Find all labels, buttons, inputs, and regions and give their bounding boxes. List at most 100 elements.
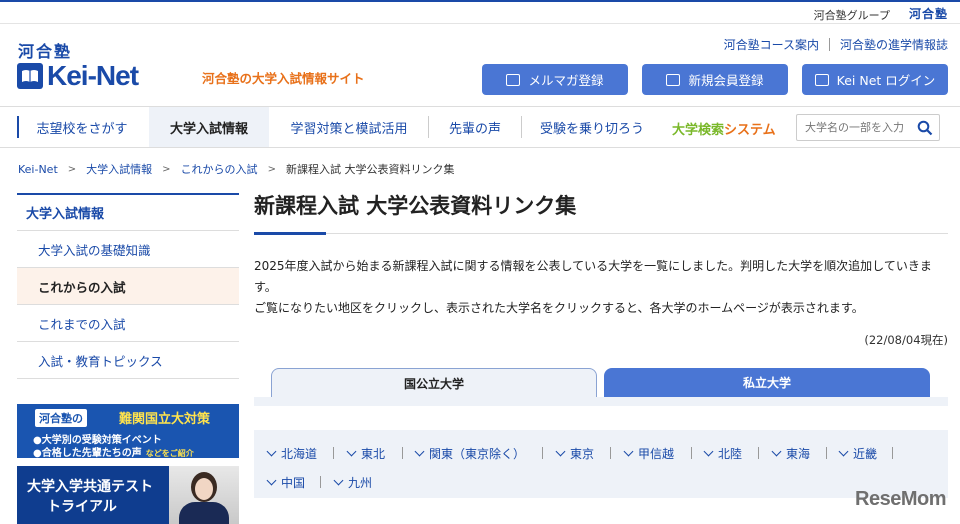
nav-item-admission-info[interactable]: 大学入試情報: [149, 107, 269, 147]
chevron-right-icon: >: [67, 163, 77, 175]
logo-text: Kei-Net: [47, 60, 139, 91]
chevron-down-icon: [771, 446, 782, 457]
nav-item-find-school[interactable]: 志望校をさがす: [17, 107, 147, 147]
student-photo: [169, 466, 239, 524]
tab-private[interactable]: 私立大学: [604, 368, 930, 397]
title-accent: [254, 232, 326, 235]
region-divider: [892, 447, 893, 459]
site-tagline: 河合塾の大学入試情報サイト: [202, 71, 365, 86]
univ-search-title: 大学検索システム: [672, 119, 776, 138]
region-list: 北海道 東北 関東（東京除く） 東京 甲信越 北陸 東海 近畿 中国 九州: [254, 430, 948, 498]
region-divider: [691, 447, 692, 459]
nav-label: 先輩の声: [448, 121, 501, 137]
register-label: 新規会員登録: [688, 73, 764, 88]
banner-line: 大学入学共通テスト: [27, 479, 153, 495]
nav-item-survive-exam[interactable]: 受験を乗り切ろう: [522, 107, 662, 147]
univ-search-title-a: 大学検索: [672, 123, 725, 138]
nav-item-study-mock[interactable]: 学習対策と模試活用: [270, 107, 429, 147]
region-chugoku[interactable]: 中国: [266, 474, 306, 491]
chevron-down-icon: [414, 446, 425, 457]
chevron-down-icon: [555, 446, 566, 457]
region-hokuriku[interactable]: 北陸: [703, 445, 743, 462]
breadcrumb-current: 新課程入試 大学公表資料リンク集: [285, 163, 455, 176]
header-links: 河合塾コース案内 河合塾の進学情報誌: [724, 36, 948, 53]
region-divider: [826, 447, 827, 459]
region-tokyo[interactable]: 東京: [555, 445, 595, 462]
keinet-logo[interactable]: Kei-Net: [17, 60, 139, 91]
site-header: 河合塾 Kei-Net 河合塾の大学入試情報サイト 河合塾コース案内 河合塾の進…: [0, 24, 960, 106]
breadcrumb-future[interactable]: これからの入試: [181, 161, 258, 177]
nav-label: 学習対策と模試活用: [290, 121, 408, 137]
breadcrumb-admission[interactable]: 大学入試情報: [86, 161, 152, 177]
breadcrumb-home[interactable]: Kei-Net: [18, 163, 58, 176]
sidebar-heading[interactable]: 大学入試情報: [17, 193, 239, 231]
magazine-link[interactable]: 河合塾の進学情報誌: [840, 36, 948, 53]
region-divider: [333, 447, 334, 459]
region-koshinetsu[interactable]: 甲信越: [623, 445, 675, 462]
banner-tag: 河合塾の: [35, 409, 87, 427]
breadcrumb: Kei-Net > 大学入試情報 > これからの入試 > 新課程入試 大学公表資…: [18, 161, 454, 177]
kawai-logo-text[interactable]: 河合塾: [18, 38, 72, 62]
sidebar-item-future-exams[interactable]: これからの入試: [17, 268, 239, 305]
region-label: 甲信越: [638, 447, 675, 461]
resemom-watermark: ReseMom: [855, 488, 946, 510]
nav-label: 志望校をさがす: [36, 121, 128, 137]
region-divider: [758, 447, 759, 459]
univ-search-input[interactable]: [797, 115, 915, 140]
sidebar-item-basics[interactable]: 大学入試の基礎知識: [17, 231, 239, 268]
region-hokkaido[interactable]: 北海道: [266, 445, 318, 462]
photo-face: [195, 478, 213, 500]
user-card-icon: [666, 73, 681, 86]
chevron-right-icon: >: [267, 163, 276, 175]
chevron-down-icon: [333, 475, 344, 486]
link-divider: [828, 38, 830, 51]
region-divider: [320, 476, 321, 488]
region-label: 北海道: [281, 447, 318, 461]
chevron-down-icon: [703, 446, 714, 457]
banner-line: トライアル: [47, 499, 117, 515]
mailmag-button[interactable]: メルマガ登録: [482, 64, 628, 95]
nav-item-senior-voices[interactable]: 先輩の声: [429, 107, 522, 147]
mailmag-label: メルマガ登録: [528, 73, 604, 88]
region-kanto[interactable]: 関東（東京除く）: [414, 445, 525, 462]
region-label: 東京: [570, 447, 595, 461]
nav-divider: [17, 116, 19, 138]
nav-label: 受験を乗り切ろう: [539, 121, 644, 137]
region-tokai[interactable]: 東海: [771, 445, 810, 462]
banner-small: などをご紹介: [145, 449, 194, 458]
register-button[interactable]: 新規会員登録: [642, 64, 788, 95]
region-kinki[interactable]: 近畿: [838, 445, 878, 462]
national-univ-banner[interactable]: 河合塾の 難関国立大対策 ●大学別の受験対策イベント ●合格した先輩たちの声 など…: [17, 404, 239, 459]
region-kyushu[interactable]: 九州: [333, 474, 373, 491]
search-icon[interactable]: [917, 120, 933, 136]
region-label: 九州: [348, 476, 373, 490]
region-label: 北陸: [718, 447, 743, 461]
book-icon: [17, 63, 43, 89]
chevron-down-icon: [266, 446, 277, 457]
group-logo[interactable]: 河合塾: [909, 5, 948, 22]
chevron-down-icon: [266, 475, 277, 486]
region-tohoku[interactable]: 東北: [346, 445, 386, 462]
mail-icon: [506, 73, 521, 86]
login-label: Kei Net ログイン: [836, 73, 936, 88]
common-test-banner[interactable]: 大学入学共通テスト トライアル: [17, 466, 239, 524]
page-title: 新課程入試 大学公表資料リンク集: [254, 194, 577, 218]
region-label: 中国: [281, 476, 306, 490]
course-guide-link[interactable]: 河合塾コース案内: [724, 36, 819, 53]
group-label: 河合塾グループ: [813, 9, 890, 22]
univ-search-title-b: システム: [724, 123, 776, 138]
title-underline: [254, 232, 948, 235]
chevron-right-icon: >: [162, 163, 171, 175]
sidebar-item-topics[interactable]: 入試・教育トピックス: [17, 342, 239, 379]
description-paragraph: 2025年度入試から始まる新課程入試に関する情報を公表している大学を一覧にしまし…: [254, 259, 932, 294]
tab-national-public[interactable]: 国公立大学: [271, 368, 597, 397]
region-label: 近畿: [853, 447, 878, 461]
region-divider: [542, 447, 543, 459]
chevron-down-icon: [346, 446, 357, 457]
login-button[interactable]: Kei Net ログイン: [802, 64, 948, 95]
region-label: 東北: [361, 447, 386, 461]
chevron-down-icon: [838, 446, 849, 457]
sidebar: 大学入試情報 大学入試の基礎知識 これからの入試 これまでの入試 入試・教育トピ…: [17, 193, 239, 379]
sidebar-item-past-exams[interactable]: これまでの入試: [17, 305, 239, 342]
top-bar: 河合塾グループ 河合塾: [0, 0, 960, 24]
